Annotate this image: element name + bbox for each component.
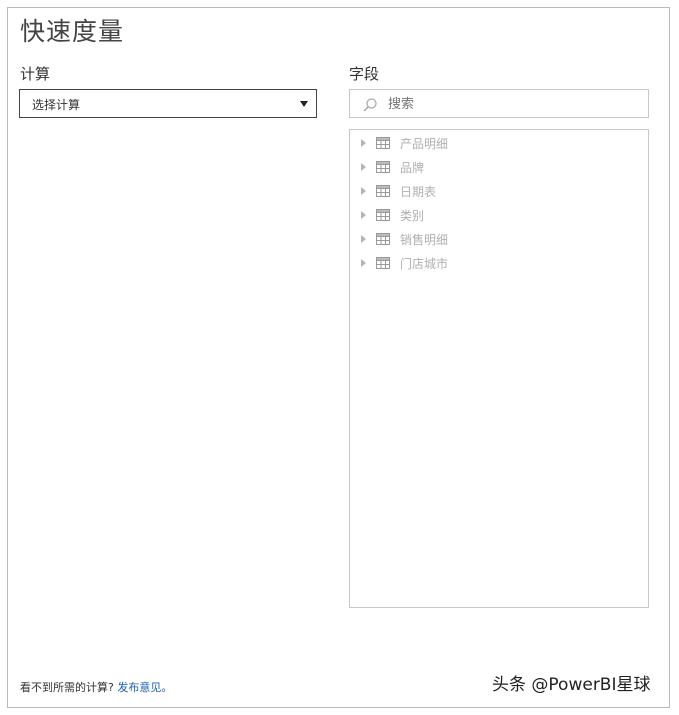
calculation-select[interactable]: 选择计算	[19, 89, 317, 118]
table-icon	[376, 185, 390, 197]
table-icon	[376, 137, 390, 149]
field-table-label: 产品明细	[400, 137, 449, 151]
watermark: 头条 @PowerBI星球	[492, 675, 651, 695]
calculation-select-value: 选择计算	[32, 98, 81, 112]
expand-icon[interactable]	[361, 139, 366, 147]
fields-search-box[interactable]	[349, 89, 649, 118]
field-table-sales-detail[interactable]: 销售明细	[350, 228, 648, 250]
expand-icon[interactable]	[361, 259, 366, 267]
expand-icon[interactable]	[361, 235, 366, 243]
field-table-product-detail[interactable]: 产品明细	[350, 132, 648, 154]
feedback-footer: 看不到所需的计算? 发布意见。	[20, 679, 172, 695]
table-icon	[376, 257, 390, 269]
table-icon	[376, 161, 390, 173]
field-table-brand[interactable]: 品牌	[350, 156, 648, 178]
field-table-date[interactable]: 日期表	[350, 180, 648, 202]
table-icon	[376, 233, 390, 245]
fields-search-input[interactable]	[386, 96, 630, 113]
footer-text: 看不到所需的计算?	[20, 681, 114, 694]
calculation-label: 计算	[20, 65, 51, 83]
field-table-label: 销售明细	[400, 233, 449, 247]
expand-icon[interactable]	[361, 187, 366, 195]
search-icon	[363, 98, 377, 112]
quick-measure-dialog: 快速度量 计算 选择计算 字段 产品明细	[7, 7, 670, 708]
fields-list: 产品明细 品牌 日期表 类别 销售明细 门店城市	[349, 129, 649, 608]
expand-icon[interactable]	[361, 163, 366, 171]
feedback-link[interactable]: 发布意见。	[117, 681, 172, 694]
expand-icon[interactable]	[361, 211, 366, 219]
field-table-label: 类别	[400, 209, 425, 223]
chevron-down-icon	[300, 101, 308, 107]
dialog-title: 快速度量	[20, 17, 125, 46]
field-table-store-city[interactable]: 门店城市	[350, 252, 648, 274]
fields-label: 字段	[349, 65, 380, 83]
field-table-category[interactable]: 类别	[350, 204, 648, 226]
field-table-label: 门店城市	[400, 257, 449, 271]
field-table-label: 日期表	[400, 185, 437, 199]
field-table-label: 品牌	[400, 161, 425, 175]
table-icon	[376, 209, 390, 221]
